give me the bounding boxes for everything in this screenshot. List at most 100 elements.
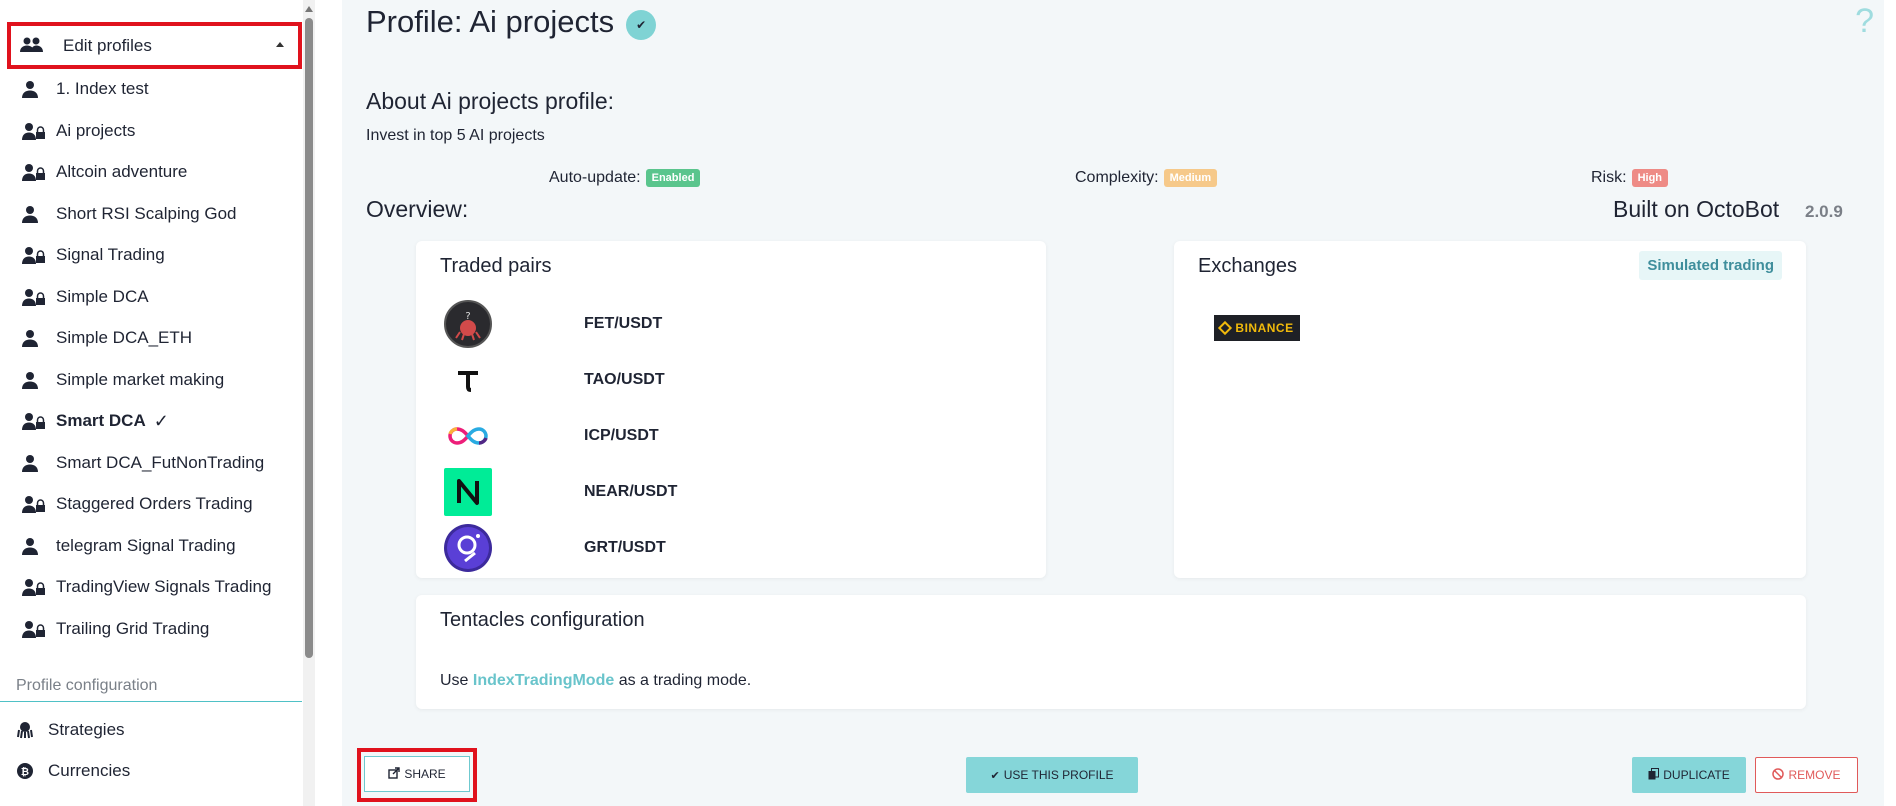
sidebar-scrollbar[interactable] — [303, 0, 315, 806]
sidebar-profile-label: Simple DCA — [56, 286, 149, 306]
scrollbar-thumb[interactable] — [305, 18, 313, 658]
tentacles-text-before: Use — [440, 672, 473, 689]
pair-row: TAO/USDT — [444, 356, 1004, 404]
traded-pairs-card: Traded pairs ? FET/USDT TAO/USDT ICP/USD… — [416, 241, 1046, 578]
tentacles-description: Use IndexTradingMode as a trading mode. — [440, 672, 751, 690]
sidebar-profile-item[interactable]: Ai projects — [22, 114, 292, 148]
built-on-label: Built on OctoBot — [1613, 196, 1780, 222]
fet-logo-icon: ? — [444, 300, 492, 348]
sidebar-profile-item[interactable]: Short RSI Scalping God — [22, 197, 292, 231]
tao-logo-icon — [444, 356, 492, 404]
trading-mode-link[interactable]: IndexTradingMode — [473, 672, 614, 689]
sidebar-profile-label: Signal Trading — [56, 245, 165, 264]
sidebar-profile-label: Altcoin adventure — [56, 162, 188, 181]
exchanges-title: Exchanges — [1198, 255, 1297, 277]
sidebar-profile-item[interactable]: telegram Signal Trading — [22, 529, 292, 563]
auto-update-label: Auto-update: — [549, 169, 641, 186]
check-circle-icon: ✔ — [626, 10, 657, 40]
sidebar-item-strategies[interactable]: Strategies — [16, 715, 125, 745]
section-divider — [0, 701, 302, 702]
sidebar-profile-label: Short RSI Scalping God — [56, 203, 237, 223]
use-this-profile-button[interactable]: ✔ USE THIS PROFILE — [966, 757, 1138, 793]
pair-name: GRT/USDT — [584, 539, 666, 556]
profile-configuration-heading: Profile configuration — [16, 677, 158, 694]
binance-diamond-icon — [1218, 320, 1233, 336]
edit-profiles-header[interactable]: Edit profiles — [7, 22, 302, 69]
sidebar-profile-label: telegram Signal Trading — [56, 535, 236, 555]
share-label: SHARE — [404, 767, 446, 781]
exchanges-card: Exchanges Simulated trading BINANCE — [1174, 241, 1806, 578]
binance-logo-text: BINANCE — [1235, 321, 1294, 335]
remove-button[interactable]: REMOVE — [1755, 757, 1858, 793]
ban-icon — [1772, 767, 1785, 783]
sidebar-profile-item[interactable]: Simple market making — [22, 363, 292, 397]
sidebar-profile-item[interactable]: Simple DCA — [22, 280, 292, 314]
share-icon — [388, 766, 401, 782]
octopus-icon — [16, 721, 34, 739]
user-lock-icon — [22, 619, 50, 639]
overview-heading: Overview: — [366, 196, 469, 222]
version-label: 2.0.9 — [1805, 202, 1843, 221]
sidebar-profile-label: 1. Index test — [56, 79, 149, 98]
profile-main: Profile: Ai projects ✔ ? About Ai projec… — [342, 0, 1884, 806]
complexity-badge: Medium — [1163, 169, 1218, 187]
traded-pairs-title: Traded pairs — [440, 255, 552, 277]
svg-text:?: ? — [465, 311, 470, 322]
sidebar-content: Edit profiles 1. Index test Ai projects Al… — [0, 0, 302, 806]
tentacles-text-after: as a trading mode. — [614, 672, 752, 689]
svg-text:₿: ₿ — [21, 766, 29, 778]
remove-label: REMOVE — [1788, 768, 1841, 782]
sidebar-item-currencies[interactable]: ₿ Currencies — [16, 756, 130, 786]
sidebar-profile-label: TradingView Signals Trading — [56, 577, 272, 596]
app-window: Edit profiles 1. Index test Ai projects Al… — [0, 0, 1896, 806]
copy-icon — [1648, 767, 1660, 783]
sidebar-profile-item[interactable]: Signal Trading — [22, 238, 292, 272]
user-lock-icon — [22, 245, 50, 265]
pair-name: FET/USDT — [584, 315, 663, 332]
user-lock-icon — [22, 494, 50, 514]
about-heading: About Ai projects profile: — [366, 88, 615, 114]
user-icon — [22, 204, 50, 224]
user-lock-icon — [22, 121, 50, 141]
active-check-icon: ✓ — [153, 410, 169, 431]
sidebar-profile-label: Simple DCA_ETH — [56, 328, 193, 347]
help-icon[interactable]: ? — [1855, 2, 1874, 41]
scroll-up-arrow-icon[interactable] — [305, 6, 313, 12]
sidebar-profile-label: Smart DCA_FutNonTrading — [56, 452, 265, 472]
user-icon — [22, 328, 50, 348]
sidebar-profile-label: Ai projects — [56, 120, 136, 140]
icp-logo-icon — [448, 427, 488, 445]
user-lock-icon — [22, 162, 50, 182]
duplicate-button[interactable]: DUPLICATE — [1632, 757, 1746, 793]
pair-row: ICP/USDT — [444, 412, 1004, 460]
risk-info: Risk: High — [1591, 169, 1669, 187]
sidebar-profile-item[interactable]: Simple DCA_ETH — [22, 321, 292, 355]
profile-description: Invest in top 5 AI projects — [366, 127, 545, 144]
user-icon — [22, 453, 50, 473]
sidebar-profile-label: Trailing Grid Trading — [56, 618, 210, 638]
simulated-trading-badge: Simulated trading — [1639, 251, 1782, 280]
sidebar-profile-item[interactable]: TradingView Signals Trading — [22, 570, 292, 604]
tentacles-title: Tentacles configuration — [440, 609, 645, 631]
near-logo-icon — [444, 468, 492, 516]
sidebar-profile-item[interactable]: 1. Index test — [22, 72, 292, 106]
share-button[interactable]: SHARE — [364, 756, 470, 792]
sidebar-profile-item[interactable]: Smart DCA ✓ — [22, 404, 292, 438]
user-icon — [22, 536, 50, 556]
tentacles-card: Tentacles configuration Use IndexTrading… — [416, 595, 1806, 709]
risk-badge: High — [1631, 169, 1669, 187]
sidebar-profile-label: Staggered Orders Trading — [56, 494, 253, 513]
pair-name: ICP/USDT — [584, 427, 659, 444]
sidebar-profile-item[interactable]: Staggered Orders Trading — [22, 487, 292, 521]
sidebar-profile-item[interactable]: Smart DCA_FutNonTrading — [22, 446, 292, 480]
pair-row: NEAR/USDT — [444, 468, 1004, 516]
sidebar-profile-item[interactable]: Altcoin adventure — [22, 155, 292, 189]
sidebar-item-label: Currencies — [48, 761, 131, 780]
pair-name: TAO/USDT — [584, 371, 665, 388]
check-icon: ✔ — [990, 769, 1000, 782]
use-profile-label: USE THIS PROFILE — [1003, 768, 1114, 782]
caret-up-icon[interactable] — [276, 42, 284, 47]
sidebar-profile-item[interactable]: Trailing Grid Trading — [22, 612, 292, 646]
pair-row: GRT/USDT — [444, 524, 1004, 572]
user-icon — [22, 370, 50, 390]
